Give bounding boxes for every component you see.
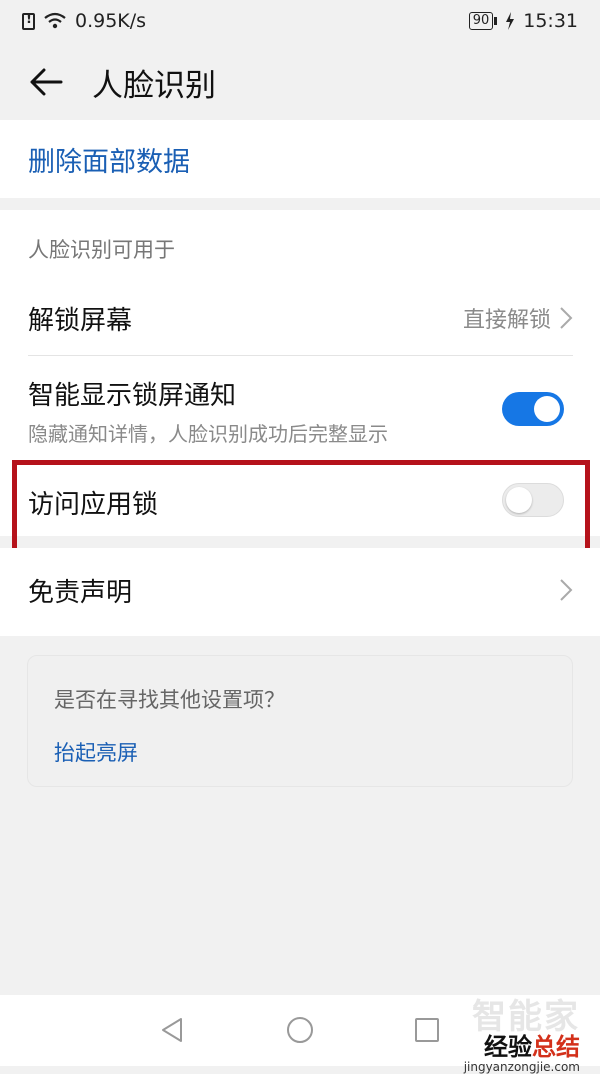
toggle-knob [534, 396, 560, 422]
app-header: 人脸识别 [0, 42, 600, 122]
suggestion-question: 是否在寻找其他设置项？ [54, 688, 285, 712]
toggle-knob [506, 487, 532, 513]
status-left: 0.95K/s [22, 10, 146, 32]
square-recents-icon [415, 1018, 439, 1042]
watermark: 智能家 经验总结 jingyanzongjie.com [464, 1000, 580, 1074]
disclaimer-label: 免责声明 [28, 577, 133, 608]
chevron-right-icon [560, 579, 573, 601]
smart-notification-toggle[interactable] [502, 392, 564, 426]
unlock-mode-text: 直接解锁 [462, 308, 551, 333]
clock: 15:31 [523, 10, 578, 32]
app-lock-label: 访问应用锁 [28, 489, 159, 520]
wifi-icon [44, 12, 66, 29]
network-speed: 0.95K/s [75, 10, 147, 32]
back-button[interactable] [16, 52, 76, 112]
chevron-right-icon [560, 307, 573, 329]
raise-to-wake-link[interactable]: 抬起亮屏 [54, 737, 138, 767]
divider [28, 355, 573, 356]
disclaimer-card: 免责声明 [0, 548, 600, 636]
face-usage-section: 人脸识别可用于 解锁屏幕 直接解锁 智能显示锁屏通知 隐藏通知详情，人脸识别成功… [0, 210, 600, 536]
charging-icon [506, 12, 515, 30]
watermark-brand-b: 总结 [532, 1033, 580, 1061]
circle-home-icon [287, 1017, 313, 1043]
section-header: 人脸识别可用于 [28, 238, 175, 262]
battery-icon: 90 [468, 12, 498, 30]
nav-back-button[interactable] [157, 1015, 187, 1045]
app-lock-row[interactable]: 访问应用锁 [28, 482, 573, 522]
unlock-screen-value: 直接解锁 [463, 302, 573, 334]
watermark-brand: 经验总结 [464, 1034, 580, 1060]
sim-alert-icon [22, 12, 35, 30]
smart-notification-row[interactable]: 智能显示锁屏通知 隐藏通知详情，人脸识别成功后完整显示 [28, 375, 573, 447]
page-title: 人脸识别 [92, 67, 216, 104]
watermark-url: jingyanzongjie.com [463, 1060, 580, 1074]
smart-notification-label: 智能显示锁屏通知 [28, 381, 237, 411]
arrow-left-icon [30, 68, 63, 96]
delete-face-data-card: 删除面部数据 [0, 120, 600, 198]
smart-notification-text: 智能显示锁屏通知 隐藏通知详情，人脸识别成功后完整显示 [28, 375, 388, 447]
disclaimer-row[interactable]: 免责声明 [28, 570, 573, 610]
status-right: 90 15:31 [468, 10, 578, 32]
status-bar: 0.95K/s 90 15:31 [0, 0, 600, 42]
smart-notification-subtitle: 隐藏通知详情，人脸识别成功后完整显示 [28, 422, 388, 446]
watermark-top: 智能家 [472, 997, 580, 1037]
delete-face-data-button[interactable]: 删除面部数据 [28, 140, 190, 179]
nav-home-button[interactable] [285, 1015, 315, 1045]
disclaimer-chevron [559, 578, 573, 602]
battery-level: 90 [468, 12, 494, 30]
unlock-screen-label: 解锁屏幕 [28, 305, 133, 336]
nav-recents-button[interactable] [412, 1015, 442, 1045]
watermark-brand-a: 经验 [484, 1033, 532, 1061]
app-lock-toggle[interactable] [502, 483, 564, 517]
suggestion-card: 是否在寻找其他设置项？ 抬起亮屏 [27, 655, 573, 787]
triangle-back-icon [162, 1018, 182, 1042]
unlock-screen-row[interactable]: 解锁屏幕 直接解锁 [28, 298, 573, 338]
